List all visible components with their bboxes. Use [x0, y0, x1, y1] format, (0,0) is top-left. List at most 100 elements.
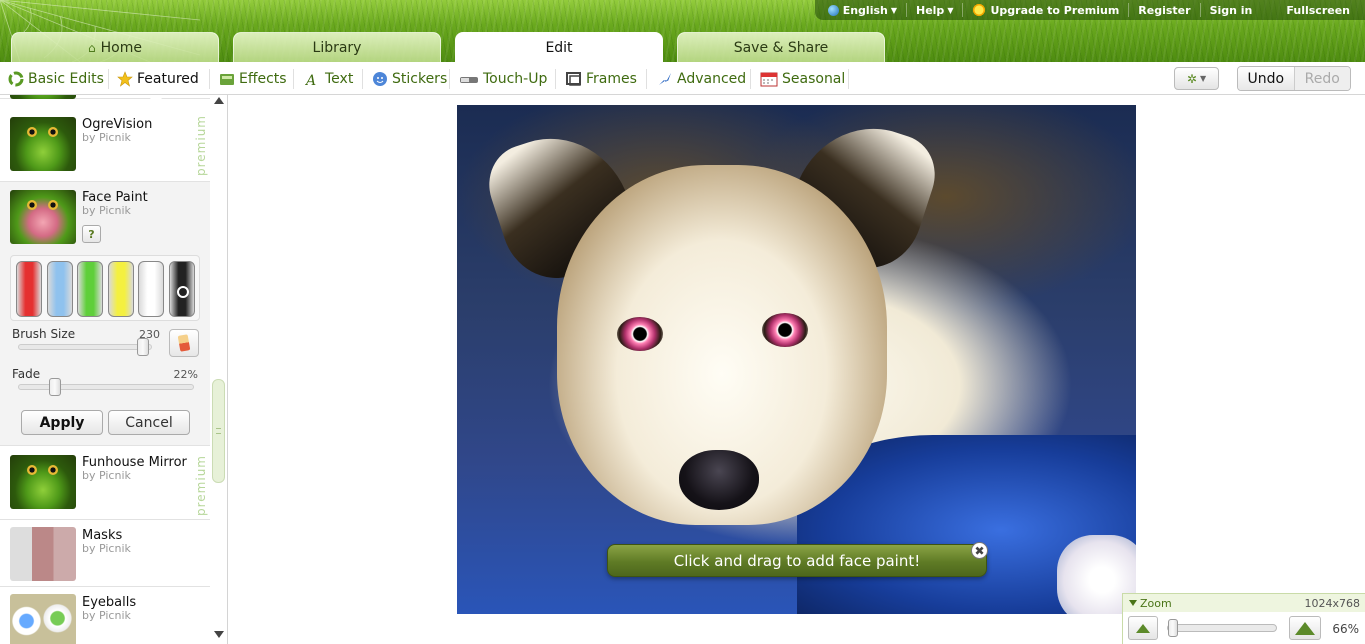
- scroll-down-arrow-icon[interactable]: [214, 631, 224, 638]
- brush-size-label: Brush Size: [12, 327, 76, 341]
- subnav-seasonal[interactable]: Seasonal: [760, 62, 845, 95]
- effect-item-masks[interactable]: Masks by Picnik: [0, 520, 210, 587]
- tab-library[interactable]: Library: [233, 32, 441, 62]
- tab-home[interactable]: ⌂ Home: [11, 32, 219, 62]
- language-selector[interactable]: English ▼: [819, 3, 906, 17]
- zoom-panel: Zoom 1024x768 66%: [1122, 593, 1365, 644]
- effect-thumbnail: [10, 117, 76, 171]
- advanced-icon: [657, 71, 673, 87]
- undo-redo-group: Undo Redo: [1237, 66, 1351, 91]
- sun-icon: [972, 3, 987, 17]
- face-paint-expanded: Face Paint by Picnik ? Brush Size 230 Fa…: [0, 182, 210, 446]
- collapse-icon: [1129, 600, 1137, 606]
- swatch-white[interactable]: [138, 261, 164, 317]
- brush-size-slider[interactable]: [18, 344, 152, 350]
- zoom-slider[interactable]: [1167, 624, 1277, 632]
- swatch-blue[interactable]: [47, 261, 73, 317]
- subnav-stickers[interactable]: Stickers: [372, 62, 447, 95]
- subnav-touch-up[interactable]: Touch-Up: [459, 62, 547, 95]
- sign-in-link[interactable]: Sign in: [1199, 3, 1262, 17]
- top-navigation: English ▼ Help ▼ Upgrade to Premium Regi…: [814, 0, 1365, 20]
- effects-icon: [219, 71, 235, 87]
- undo-button[interactable]: Undo: [1238, 67, 1295, 90]
- settings-menu-button[interactable]: ✲ ▼: [1174, 67, 1219, 90]
- subnav-advanced[interactable]: Advanced: [657, 62, 746, 95]
- effect-thumbnail: [10, 95, 76, 99]
- chevron-down-icon: ▼: [1199, 74, 1207, 83]
- panel-scrollbar[interactable]: [210, 95, 227, 644]
- scrollbar-thumb[interactable]: [212, 379, 225, 483]
- list-item[interactable]: [0, 95, 210, 99]
- swatch-green[interactable]: [77, 261, 103, 317]
- star-icon: [117, 70, 133, 87]
- tab-save-share[interactable]: Save & Share: [677, 32, 885, 62]
- subnav-frames[interactable]: Frames: [566, 62, 637, 95]
- zoom-percent: 66%: [1332, 622, 1359, 636]
- subnav-featured[interactable]: Featured: [117, 62, 199, 95]
- zoom-header[interactable]: Zoom 1024x768: [1123, 594, 1365, 612]
- fade-value: 22%: [173, 368, 198, 381]
- fullscreen-link[interactable]: Fullscreen: [1277, 3, 1359, 17]
- effect-item-ogrevision[interactable]: OgreVision by Picnik premium: [0, 109, 210, 182]
- swatch-red[interactable]: [16, 261, 42, 317]
- zoom-label: Zoom: [1140, 597, 1172, 610]
- chevron-down-icon: ▼: [890, 5, 897, 15]
- swatch-black-selected[interactable]: [169, 261, 195, 317]
- selected-indicator: [177, 286, 189, 298]
- face-paint-tip-banner: Click and drag to add face paint!: [607, 544, 987, 577]
- upgrade-premium-link[interactable]: Upgrade to Premium: [962, 3, 1128, 17]
- fade-label: Fade: [12, 367, 41, 381]
- scroll-up-arrow-icon[interactable]: [214, 97, 224, 104]
- edit-subnav: Basic Edits Featured Effects A Text Stic…: [0, 62, 1365, 95]
- home-icon: ⌂: [88, 40, 96, 55]
- frames-icon: [566, 71, 582, 87]
- calendar-icon: [760, 71, 778, 87]
- close-icon[interactable]: ✖: [971, 542, 988, 559]
- zoom-out-button[interactable]: [1128, 616, 1158, 640]
- image-dimensions: 1024x768: [1304, 597, 1361, 610]
- effect-thumbnail: [10, 455, 76, 509]
- premium-label: premium: [194, 455, 208, 516]
- globe-icon: [827, 4, 839, 16]
- subnav-effects[interactable]: Effects: [219, 62, 287, 95]
- redo-button[interactable]: Redo: [1294, 67, 1350, 90]
- help-button[interactable]: ?: [82, 225, 101, 243]
- zoom-slider-handle[interactable]: [1168, 619, 1178, 637]
- zoom-in-button[interactable]: [1289, 616, 1321, 640]
- cancel-button[interactable]: Cancel: [108, 410, 190, 435]
- edited-photo-husky-puppy[interactable]: [457, 105, 1136, 614]
- effect-thumbnail: [10, 190, 76, 244]
- text-icon: A: [304, 71, 321, 89]
- active-tab-pointer: [146, 95, 166, 103]
- stickers-icon: [372, 71, 388, 87]
- tab-edit[interactable]: Edit: [455, 32, 663, 62]
- apply-button[interactable]: Apply: [21, 410, 103, 435]
- color-swatches: [10, 255, 200, 321]
- fade-handle[interactable]: [49, 378, 61, 396]
- help-menu[interactable]: Help ▼: [906, 3, 962, 17]
- svg-text:A: A: [305, 73, 316, 87]
- effects-panel: OgreVision by Picnik premium Face Paint …: [0, 95, 228, 644]
- premium-label: premium: [194, 115, 208, 176]
- mountain-large-icon: [1295, 621, 1315, 635]
- fade-slider[interactable]: [18, 384, 194, 390]
- chevron-down-icon: ▼: [947, 5, 954, 15]
- basic-edits-icon: [8, 71, 24, 87]
- effect-item-funhouse-mirror[interactable]: Funhouse Mirror by Picnik premium: [0, 447, 210, 520]
- subnav-basic-edits[interactable]: Basic Edits: [8, 62, 104, 95]
- grip-icon: [216, 428, 221, 434]
- brush-size-handle[interactable]: [137, 338, 149, 356]
- app-header: English ▼ Help ▼ Upgrade to Premium Regi…: [0, 0, 1365, 62]
- swatch-yellow[interactable]: [108, 261, 134, 317]
- effect-author: by Picnik: [82, 204, 131, 217]
- effect-thumbnail: [10, 527, 76, 581]
- gear-icon: ✲: [1186, 71, 1197, 86]
- eraser-icon: [177, 334, 191, 352]
- eraser-button[interactable]: [169, 329, 199, 357]
- touch-up-icon: [459, 71, 479, 87]
- register-link[interactable]: Register: [1128, 3, 1199, 17]
- effect-item-eyeballs[interactable]: Eyeballs by Picnik: [0, 587, 210, 644]
- effect-thumbnail: [10, 594, 76, 644]
- effect-title: Face Paint: [82, 190, 148, 205]
- subnav-text[interactable]: A Text: [304, 62, 353, 95]
